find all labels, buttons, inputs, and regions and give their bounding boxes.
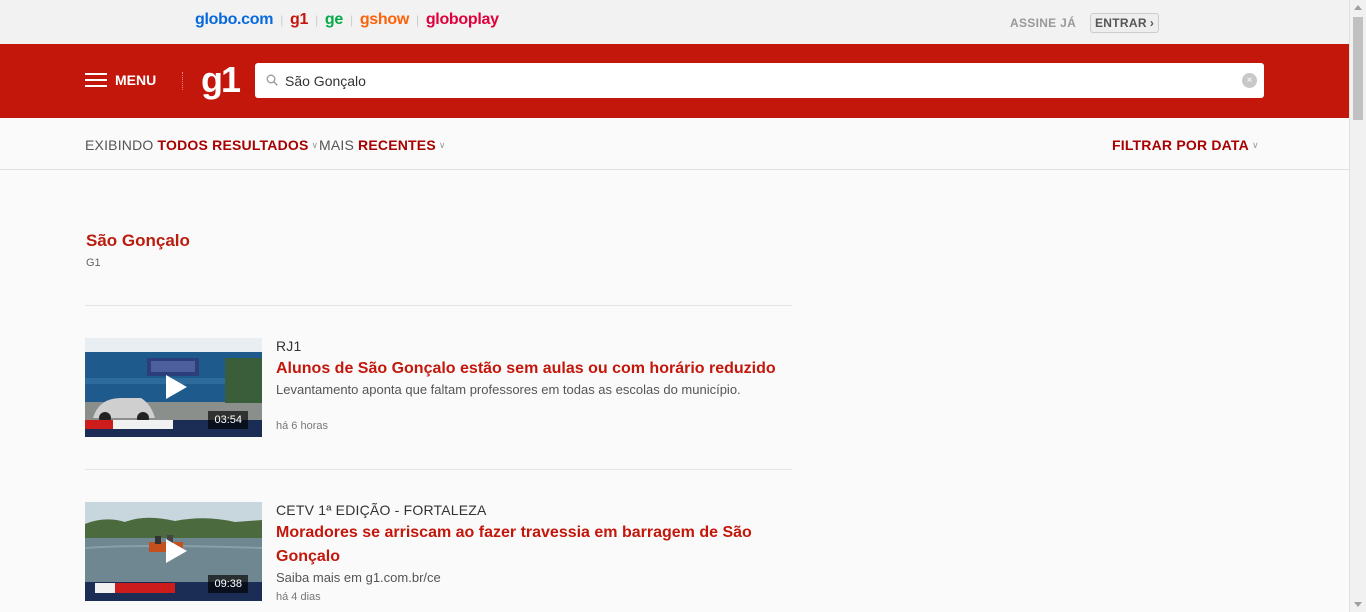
- scrollbar-thumb[interactable]: [1353, 17, 1363, 120]
- brand-link-ge[interactable]: ge: [325, 11, 343, 29]
- sort-prefix: MAIS: [319, 137, 355, 153]
- play-icon: [166, 375, 187, 399]
- sort-filter[interactable]: MAIS RECENTES ∨: [319, 137, 446, 153]
- scroll-up-icon[interactable]: [1354, 5, 1362, 10]
- search-input[interactable]: [285, 63, 1225, 98]
- chevron-right-icon: ›: [1149, 16, 1155, 30]
- clear-search-icon[interactable]: ×: [1242, 73, 1257, 88]
- subscribe-link[interactable]: ASSINE JÁ: [1010, 16, 1076, 30]
- hamburger-icon: [85, 73, 107, 87]
- brand-link-gshow[interactable]: gshow: [360, 11, 409, 29]
- topic-source: G1: [86, 257, 101, 269]
- chevron-down-icon: ∨: [1251, 139, 1259, 150]
- filter-bar: EXIBINDO TODOS RESULTADOS ∨ MAIS RECENTE…: [0, 118, 1349, 170]
- result-time: há 4 dias: [276, 591, 321, 603]
- video-thumbnail[interactable]: 09:38: [85, 502, 262, 601]
- result-section: RJ1: [276, 338, 302, 354]
- chevron-down-icon: ∨: [438, 139, 446, 150]
- result-description: Saiba mais em g1.com.br/ce: [276, 570, 441, 585]
- result-meta: CETV 1ª EDIÇÃO - FORTALEZA Moradores se …: [276, 502, 792, 603]
- scroll-down-icon[interactable]: [1354, 602, 1362, 607]
- topic-title[interactable]: São Gonçalo: [86, 231, 190, 251]
- video-duration: 03:54: [208, 411, 248, 429]
- sort-value: RECENTES: [358, 137, 436, 153]
- brand-separator: |: [350, 13, 353, 27]
- result-meta: RJ1 Alunos de São Gonçalo estão sem aula…: [276, 338, 792, 432]
- play-icon: [166, 539, 187, 563]
- result-time: há 6 horas: [276, 420, 328, 432]
- menu-label: MENU: [115, 72, 157, 88]
- result-headline[interactable]: Moradores se arriscam ao fazer travessia…: [276, 521, 792, 569]
- results-type-filter[interactable]: EXIBINDO TODOS RESULTADOS ∨: [85, 137, 318, 153]
- result-headline[interactable]: Alunos de São Gonçalo estão sem aulas ou…: [276, 357, 792, 381]
- divider: [85, 469, 792, 470]
- login-button[interactable]: ENTRAR ›: [1090, 13, 1160, 33]
- brand-link-globo[interactable]: globo.com: [195, 11, 273, 29]
- g1-logo[interactable]: g1: [201, 60, 241, 100]
- result-description: Levantamento aponta que faltam professor…: [276, 382, 741, 397]
- result-item: 09:38 CETV 1ª EDIÇÃO - FORTALEZA Morador…: [85, 502, 792, 612]
- results-type-prefix: EXIBINDO: [85, 137, 154, 153]
- brand-link-globoplay[interactable]: globoplay: [426, 11, 499, 29]
- brand-separator: |: [280, 13, 284, 27]
- date-filter[interactable]: FILTRAR POR DATA ∨: [1112, 137, 1259, 153]
- brand-separator: |: [416, 13, 419, 27]
- site-header: MENU g1 ×: [0, 44, 1349, 118]
- brand-links: globo.com | g1 | ge | gshow | globoplay: [195, 11, 499, 29]
- result-item: 03:54 RJ1 Alunos de São Gonçalo estão se…: [85, 338, 792, 438]
- divider: [85, 305, 792, 306]
- page-scrollbar[interactable]: [1349, 0, 1366, 612]
- search-icon: [266, 74, 278, 86]
- result-section: CETV 1ª EDIÇÃO - FORTALEZA: [276, 502, 487, 518]
- video-thumbnail[interactable]: 03:54: [85, 338, 262, 437]
- video-duration: 09:38: [208, 575, 248, 593]
- brand-separator: |: [315, 13, 318, 27]
- chevron-down-icon: ∨: [311, 139, 319, 150]
- login-button-label: ENTRAR: [1095, 16, 1147, 30]
- brand-link-g1[interactable]: g1: [290, 11, 308, 29]
- globo-topbar: globo.com | g1 | ge | gshow | globoplay …: [0, 0, 1349, 44]
- date-filter-label: FILTRAR POR DATA: [1112, 137, 1249, 153]
- search-box: ×: [255, 63, 1264, 98]
- results-type-value: TODOS RESULTADOS: [157, 137, 309, 153]
- menu-button[interactable]: MENU: [85, 72, 156, 88]
- header-divider: [182, 72, 183, 90]
- topic-result: São Gonçalo G1: [86, 231, 190, 269]
